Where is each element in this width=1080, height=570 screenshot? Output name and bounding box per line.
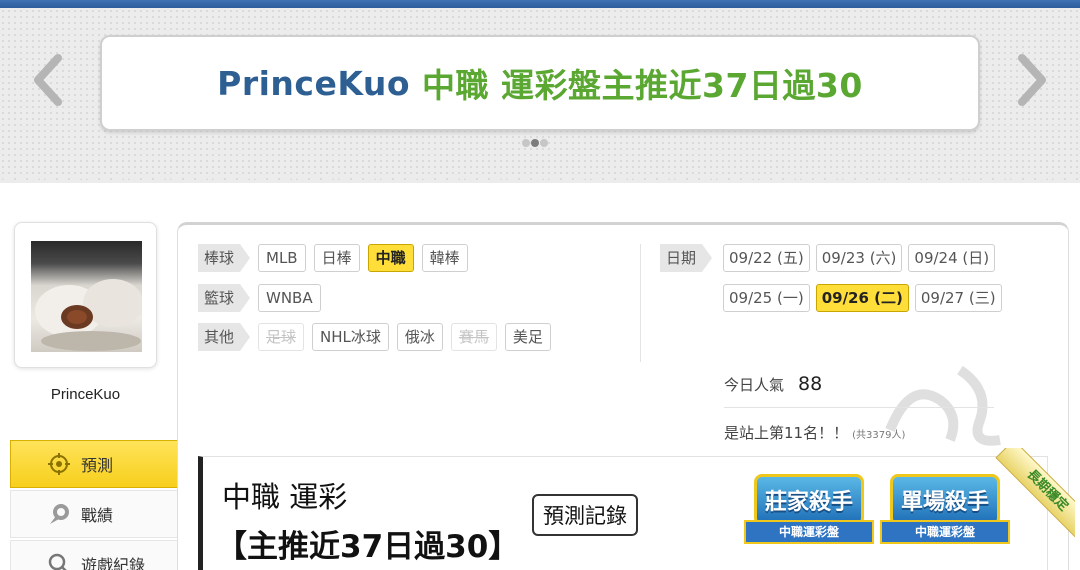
category-label-basketball: 籃球 <box>198 284 250 312</box>
badge-bookmaker-killer: 莊家殺手 中職運彩盤 <box>744 474 874 554</box>
tag-npb[interactable]: 日棒 <box>313 244 360 272</box>
search-icon <box>48 553 67 570</box>
badge-1-title: 莊家殺手 <box>754 474 864 526</box>
popularity-value: 88 <box>798 373 823 395</box>
banner-dot-3[interactable] <box>540 139 548 147</box>
banner-next-arrow-icon[interactable] <box>1012 52 1052 108</box>
tag-horse-racing: 賽馬 <box>450 323 497 351</box>
tag-kbo[interactable]: 韓棒 <box>421 244 468 272</box>
date-selector: 09/22 (五) 09/23 (六) 09/24 (日) 09/25 (一) … <box>723 244 1043 324</box>
menu-label-record: 戰績 <box>81 506 114 525</box>
rank-text: 是站上第11名！！ <box>724 424 849 442</box>
tag-wnba[interactable]: WNBA <box>258 284 321 312</box>
popularity-divider <box>724 407 994 408</box>
banner-scalloped-edge <box>0 174 1080 188</box>
filter-divider <box>640 244 641 362</box>
corner-ribbon: 長期穩定 <box>985 448 1075 538</box>
popularity-label: 今日人氣 <box>724 376 785 394</box>
banner-prev-arrow-icon[interactable] <box>28 52 68 108</box>
prediction-title: 【主推近37日過30】 <box>216 529 520 565</box>
date-0923[interactable]: 09/23 (六) <box>815 244 903 272</box>
menu-label-prediction: 預測 <box>81 456 114 475</box>
side-menu: 預測 戰績 遊戲紀錄 <box>10 440 192 570</box>
tag-nfl[interactable]: 美足 <box>504 323 551 351</box>
banner-pagination <box>522 139 548 147</box>
date-0926[interactable]: 09/26 (二) <box>815 284 909 312</box>
banner-dot-1[interactable] <box>522 139 530 147</box>
top-bar <box>0 0 1080 8</box>
banner-text: 中職 運彩盤主推近37日過30 <box>422 66 863 105</box>
popularity: 今日人氣 88 <box>724 373 822 395</box>
category-label-other: 其他 <box>198 323 250 351</box>
target-icon <box>48 453 70 475</box>
tag-mlb[interactable]: MLB <box>258 244 306 272</box>
menu-label-game-log: 遊戲紀錄 <box>81 556 146 570</box>
tag-nhl[interactable]: NHL冰球 <box>312 323 389 351</box>
banner-headline[interactable]: PrinceKuo 中職 運彩盤主推近37日過30 <box>100 35 980 131</box>
category-row-basketball: 籃球 WNBA <box>198 284 321 312</box>
popularity-rank: 是站上第11名！！ (共3379人) <box>724 422 905 443</box>
avatar[interactable] <box>31 241 142 352</box>
tag-khl[interactable]: 俄冰 <box>396 323 443 351</box>
banner-name: PrinceKuo <box>217 63 411 103</box>
category-label-baseball: 棒球 <box>198 244 250 272</box>
category-row-baseball: 棒球 MLB 日棒 中職 韓棒 <box>198 244 468 272</box>
avatar-card <box>14 222 157 368</box>
prediction-league: 中職 運彩 <box>222 480 348 514</box>
menu-item-game-log[interactable]: 遊戲紀錄 <box>10 540 180 570</box>
badge-2-title: 單場殺手 <box>890 474 1000 526</box>
category-row-other: 其他 足球 NHL冰球 俄冰 賽馬 美足 <box>198 323 551 351</box>
date-label: 日期 <box>660 244 712 272</box>
prediction-record-button[interactable]: 預測記錄 <box>532 494 638 536</box>
username: PrinceKuo <box>50 386 121 403</box>
menu-item-prediction[interactable]: 預測 <box>10 440 192 488</box>
banner-dot-2[interactable] <box>531 139 539 147</box>
badge-1-subtitle: 中職運彩盤 <box>744 520 874 544</box>
date-0924[interactable]: 09/24 (日) <box>908 244 996 272</box>
date-0927[interactable]: 09/27 (三) <box>914 284 1002 312</box>
date-0925[interactable]: 09/25 (一) <box>723 284 810 312</box>
rank-subtext: (共3379人) <box>852 430 906 441</box>
medal-icon <box>50 504 69 524</box>
tag-soccer: 足球 <box>258 323 305 351</box>
menu-item-record[interactable]: 戰績 <box>10 490 180 538</box>
corner-ribbon-text: 長期穩定 <box>995 448 1075 538</box>
tag-cpbl[interactable]: 中職 <box>367 244 414 272</box>
date-0922[interactable]: 09/22 (五) <box>723 244 810 272</box>
